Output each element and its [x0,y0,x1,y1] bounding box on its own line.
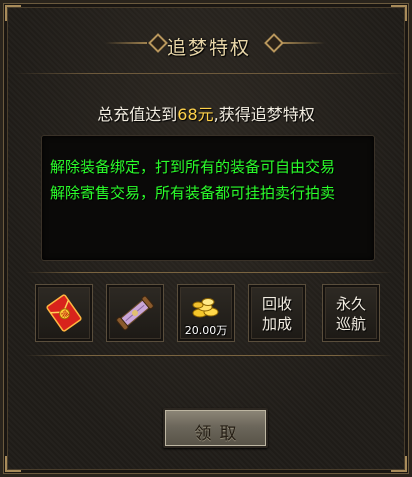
claim-button[interactable]: 领取 [163,408,268,448]
condition-prefix: 总充值达到 [97,105,178,124]
condition-amount: 68元 [177,105,214,124]
reward-label: 永久 巡航 [323,294,379,334]
reward-slot-permanent-cruise[interactable]: 永久 巡航 [322,284,380,342]
title-ornament-line [283,42,325,44]
panel-corner-ornament [5,456,21,472]
panel-title: 追梦特权 [166,37,251,59]
recharge-condition: 总充值达到68元,获得追梦特权 [3,101,409,125]
red-envelope-icon: 福 [46,294,82,332]
description-line: 解除寄售交易，所有装备都可挂拍卖行拍卖 [50,184,336,202]
reward-slot-gold-coins[interactable]: 20.00万 [177,284,235,342]
description-line: 解除装备绑定，打到所有的装备可自由交易 [50,158,336,176]
reward-label: 回收 加成 [249,294,305,334]
reward-slot-red-envelope[interactable]: 福 [35,284,93,342]
panel-corner-ornament [391,456,407,472]
title-divider [13,73,405,74]
rewards-divider [25,272,393,273]
reward-label-line: 加成 [261,315,292,333]
claim-button-label: 领取 [194,424,245,444]
rewards-divider [25,355,393,356]
title-bar: 追梦特权 [13,15,405,71]
reward-slot-scroll[interactable] [106,284,164,342]
reward-label-line: 回收 [261,295,292,313]
privilege-description-box: 解除装备绑定，打到所有的装备可自由交易 解除寄售交易，所有装备都可挂拍卖行拍卖 [41,135,375,261]
reward-label-line: 巡航 [335,315,366,333]
reward-slot-recycle-bonus[interactable]: 回收 加成 [248,284,306,342]
reward-count: 20.00万 [184,324,228,337]
scroll-icon [116,295,154,331]
condition-suffix: ,获得追梦特权 [213,105,315,124]
privilege-panel: 追梦特权 总充值达到68元,获得追梦特权 解除装备绑定，打到所有的装备可自由交易… [0,0,412,477]
reward-label-line: 永久 [335,295,366,313]
